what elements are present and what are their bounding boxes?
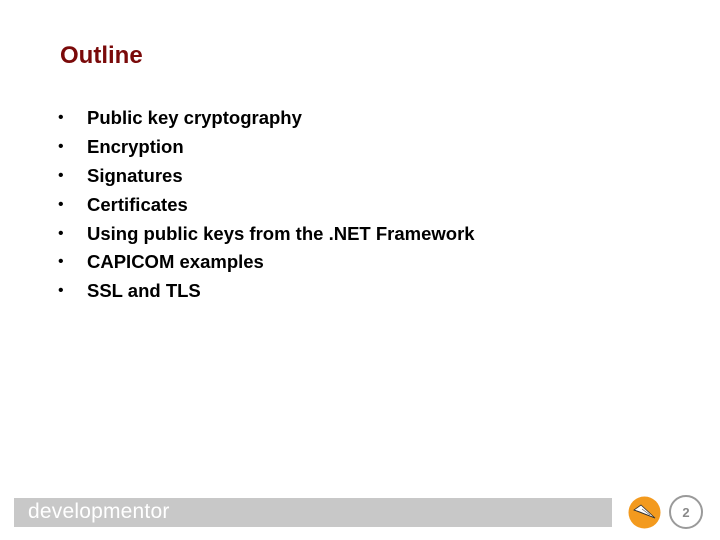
bullet-text: Encryption <box>87 136 184 158</box>
bullet-item: • Using public keys from the .NET Framewo… <box>58 219 475 248</box>
bullet-dot: • <box>58 138 64 156</box>
bullet-text: Certificates <box>87 193 188 215</box>
bullet-text: SSL and TLS <box>87 280 201 302</box>
bullet-dot: • <box>58 224 64 242</box>
slide-title: Outline <box>60 42 143 69</box>
bullet-item: • Public key cryptography <box>58 104 475 133</box>
bullet-text: CAPICOM examples <box>87 251 264 273</box>
bullet-item: • Certificates <box>58 190 475 219</box>
bullet-item: • CAPICOM examples <box>58 248 475 277</box>
bullet-list: • Public key cryptography • Encryption • Si… <box>58 104 475 306</box>
footer-bar: developmentor <box>14 498 612 527</box>
brand-wordmark: developmentor <box>28 500 170 523</box>
paper-plane-icon <box>628 496 661 529</box>
page-number: 2 <box>669 495 703 529</box>
bullet-text: Using public keys from the .NET Framewor… <box>87 222 475 244</box>
bullet-item: • Signatures <box>58 162 475 191</box>
bullet-text: Public key cryptography <box>87 107 302 129</box>
bullet-dot: • <box>58 166 64 184</box>
bullet-dot: • <box>58 195 64 213</box>
bullet-item: • Encryption <box>58 133 475 162</box>
bullet-dot: • <box>58 282 64 300</box>
bullet-text: Signatures <box>87 164 183 186</box>
bullet-dot: • <box>58 109 64 127</box>
bullet-item: • SSL and TLS <box>58 277 475 306</box>
bullet-dot: • <box>58 253 64 271</box>
